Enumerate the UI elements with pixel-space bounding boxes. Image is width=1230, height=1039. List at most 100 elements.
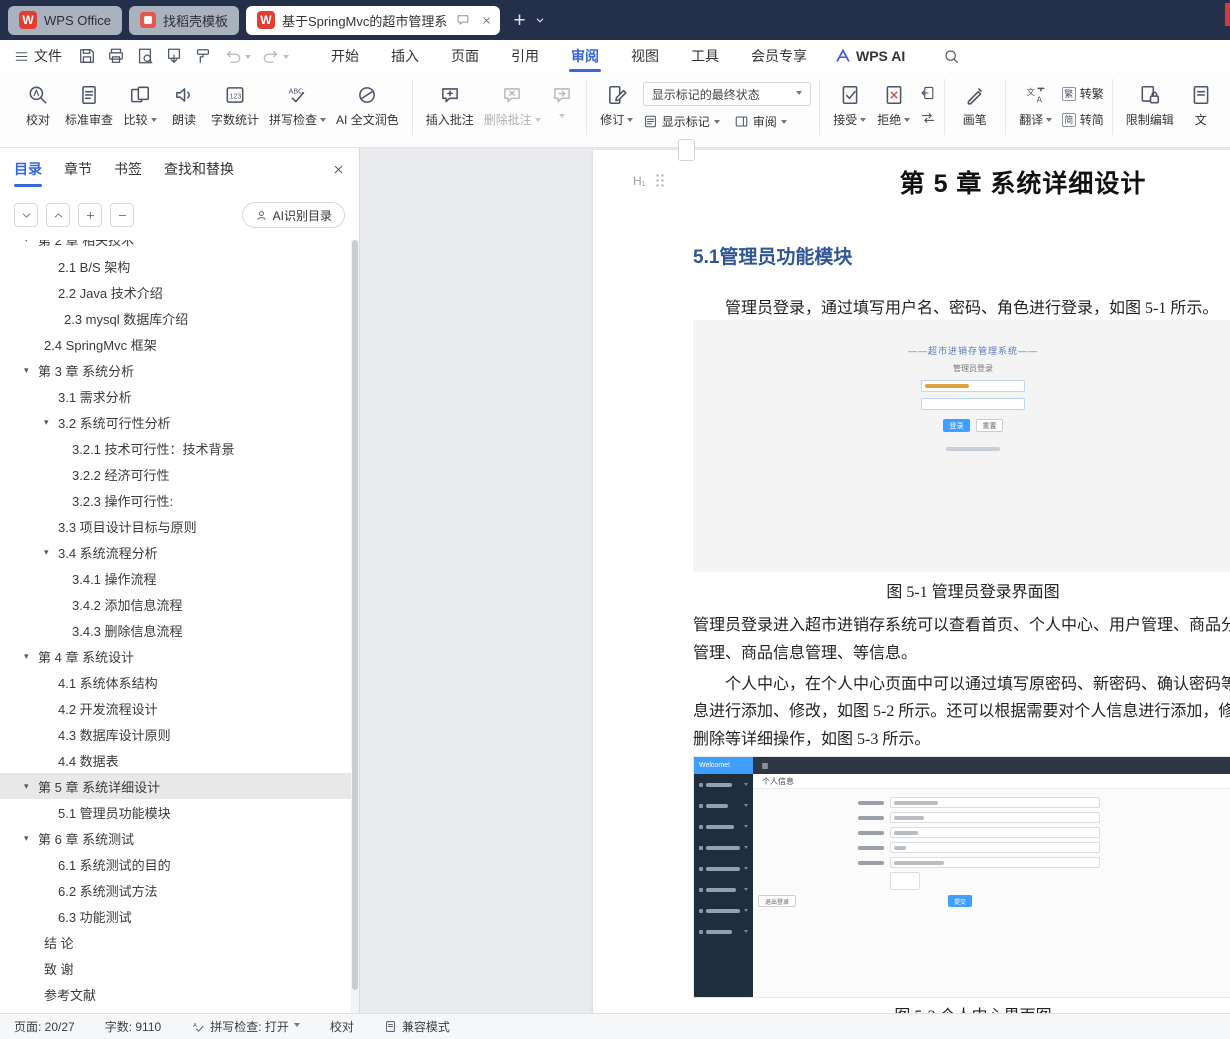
tab-docer-templates[interactable]: 找稻壳模板 (128, 5, 239, 35)
tab-wps-office[interactable]: W WPS Office (8, 5, 122, 35)
toc-item[interactable]: ▾ 第 3 章 系统分析 (0, 357, 351, 383)
toc-item[interactable]: ▾ 参考文献 (0, 981, 351, 1007)
wps-ai-button[interactable]: WPS AI (835, 48, 905, 64)
sidebar-tab[interactable]: 查找和替换 (164, 148, 234, 190)
ink-pen-button[interactable]: 画笔 (953, 79, 997, 133)
menu-tab[interactable]: 开始 (315, 40, 375, 72)
expand-all-button[interactable] (14, 203, 38, 227)
toc-item[interactable]: ▾ 致 谢 (0, 955, 351, 981)
next-comment-button[interactable] (546, 79, 578, 126)
search-icon[interactable] (943, 48, 960, 65)
ai-recognize-toc-button[interactable]: AI识别目录 (241, 202, 345, 228)
collapse-all-button[interactable] (46, 203, 70, 227)
document-page[interactable]: H₁ 第 5 章 系统详细设计 5.1管理员功能模块 管理员登录，通过填写用户名… (593, 150, 1230, 1013)
toc-item[interactable]: ▾ 3.3 项目设计目标与原则 (0, 513, 351, 539)
word-count-button[interactable]: 123 字数统计 (206, 79, 264, 133)
menu-tab[interactable]: 视图 (615, 40, 675, 72)
toc-item[interactable]: ▾ 3.4.2 添加信息流程 (0, 591, 351, 617)
toc-item[interactable]: ▾ 第 2 章 相关技术 (0, 240, 351, 253)
toc-item[interactable]: ▾ 3.2.1 技术可行性：技术背景 (0, 435, 351, 461)
menu-tab[interactable]: 工具 (675, 40, 735, 72)
sidebar-tab[interactable]: 目录 (14, 148, 42, 190)
sidebar-scrollbar[interactable] (351, 240, 359, 1013)
toc-item[interactable]: ▾ 5.1 管理员功能模块 (0, 799, 351, 825)
toc-expand-arrow-icon[interactable]: ▾ (24, 240, 38, 245)
sidebar-close-icon[interactable] (332, 163, 345, 176)
toc-item[interactable]: ▾ 3.1 需求分析 (0, 383, 351, 409)
proofread-indicator[interactable]: 校对 (330, 1018, 354, 1035)
redo-button[interactable] (262, 47, 280, 65)
toc-item[interactable]: ▾ 4.1 系统体系结构 (0, 669, 351, 695)
markup-state-select[interactable]: 显示标记的最终状态 (642, 82, 811, 106)
menu-tab[interactable]: 引用 (495, 40, 555, 72)
close-tab-icon[interactable] (481, 15, 492, 26)
toc-item[interactable]: ▾ 2.1 B/S 架构 (0, 253, 351, 279)
file-menu[interactable]: 文件 (0, 46, 74, 66)
next-revision-button[interactable] (920, 110, 936, 126)
menu-tab[interactable]: 会员专享 (735, 40, 823, 72)
toc-expand-arrow-icon[interactable]: ▾ (24, 781, 38, 792)
track-changes-button[interactable]: 修订 (595, 79, 639, 133)
toc-item[interactable]: ▾ 3.2 系统可行性分析 (0, 409, 351, 435)
toc-item[interactable]: ▾ 结 论 (0, 929, 351, 955)
ai-polish-button[interactable]: AI 全文润色 (331, 79, 404, 133)
standard-review-button[interactable]: 标准审查 (60, 79, 118, 133)
toc-item[interactable]: ▾ 3.2.2 经济可行性 (0, 461, 351, 487)
accept-change-button[interactable]: 接受 (828, 79, 872, 133)
reject-change-button[interactable]: 拒绝 (872, 79, 916, 133)
toc-item[interactable]: ▾ 2.4 SpringMvc 框架 (0, 331, 351, 357)
toc-item[interactable]: ▾ 4.2 开发流程设计 (0, 695, 351, 721)
toc-expand-arrow-icon[interactable]: ▾ (24, 833, 38, 844)
page-edge-widget[interactable] (678, 139, 695, 161)
read-aloud-button[interactable]: 朗读 (162, 79, 206, 133)
translate-button[interactable]: 文A 翻译 (1014, 79, 1058, 133)
toc-expand-arrow-icon[interactable]: ▾ (24, 365, 38, 376)
toc-expand-arrow-icon[interactable]: ▾ (44, 547, 58, 558)
review-pane-button[interactable]: 审阅 (734, 113, 787, 130)
toc-item[interactable]: ▾ 4.3 数据库设计原则 (0, 721, 351, 747)
document-permission-button[interactable]: 文 (1179, 79, 1223, 133)
restrict-editing-button[interactable]: 限制编辑 (1121, 79, 1179, 133)
proofread-button[interactable]: 校对 (16, 79, 60, 133)
toc-item[interactable]: ▾ 3.2.3 操作可行性: (0, 487, 351, 513)
insert-comment-button[interactable]: 插入批注 (421, 79, 479, 133)
toc-item[interactable]: ▾ 2.3 mysql 数据库介绍 (0, 305, 351, 331)
toc-item[interactable]: ▾ 3.4.3 删除信息流程 (0, 617, 351, 643)
menu-tab[interactable]: 插入 (375, 40, 435, 72)
redo-dropdown-icon[interactable] (283, 54, 289, 62)
document-canvas[interactable]: H₁ 第 5 章 系统详细设计 5.1管理员功能模块 管理员登录，通过填写用户名… (360, 148, 1230, 1013)
tab-list-dropdown-icon[interactable] (534, 14, 546, 26)
tab-current-document[interactable]: W 基于SpringMvc的超市管理系 (245, 5, 501, 35)
toc-expand-arrow-icon[interactable]: ▾ (44, 417, 58, 428)
compare-button[interactable]: 比较 (118, 79, 162, 133)
undo-dropdown-icon[interactable] (245, 54, 251, 62)
toc-item[interactable]: ▾ 3.4.1 操作流程 (0, 565, 351, 591)
toc-expand-arrow-icon[interactable]: ▾ (24, 651, 38, 662)
zoom-out-outline-button[interactable] (110, 203, 134, 227)
export-pdf-button[interactable] (165, 47, 183, 65)
scrollbar-thumb[interactable] (352, 240, 358, 990)
toc-item[interactable]: ▾ 第 5 章 系统详细设计 (0, 773, 351, 799)
to-traditional-button[interactable]: 繁 转繁 (1061, 85, 1104, 102)
to-simplified-button[interactable]: 简 转简 (1061, 111, 1104, 128)
compatibility-mode-indicator[interactable]: 兼容模式 (384, 1018, 450, 1035)
page-indicator[interactable]: 页面: 20/27 (14, 1018, 75, 1035)
show-markup-button[interactable]: 显示标记 (643, 113, 720, 130)
print-preview-button[interactable] (136, 47, 154, 65)
format-painter-button[interactable] (194, 47, 212, 65)
toc-item[interactable]: ▾ 6.3 功能测试 (0, 903, 351, 929)
print-button[interactable] (107, 47, 125, 65)
spell-check-indicator[interactable]: A 拼写检查: 打开 (191, 1018, 300, 1035)
menu-tab[interactable]: 审阅 (555, 40, 615, 72)
sidebar-tab[interactable]: 书签 (114, 148, 142, 190)
word-count-indicator[interactable]: 字数: 9110 (105, 1018, 161, 1035)
sidebar-tab[interactable]: 章节 (64, 148, 92, 190)
spell-check-button[interactable]: ABC 拼写检查 (264, 79, 331, 133)
save-button[interactable] (78, 47, 96, 65)
toc-item[interactable]: ▾ 6.1 系统测试的目的 (0, 851, 351, 877)
toc-item[interactable]: ▾ 第 4 章 系统设计 (0, 643, 351, 669)
toc-item[interactable]: ▾ 6.2 系统测试方法 (0, 877, 351, 903)
toc-item[interactable]: ▾ 2.2 Java 技术介绍 (0, 279, 351, 305)
menu-tab[interactable]: 页面 (435, 40, 495, 72)
toc-item[interactable]: ▾ 第 6 章 系统测试 (0, 825, 351, 851)
